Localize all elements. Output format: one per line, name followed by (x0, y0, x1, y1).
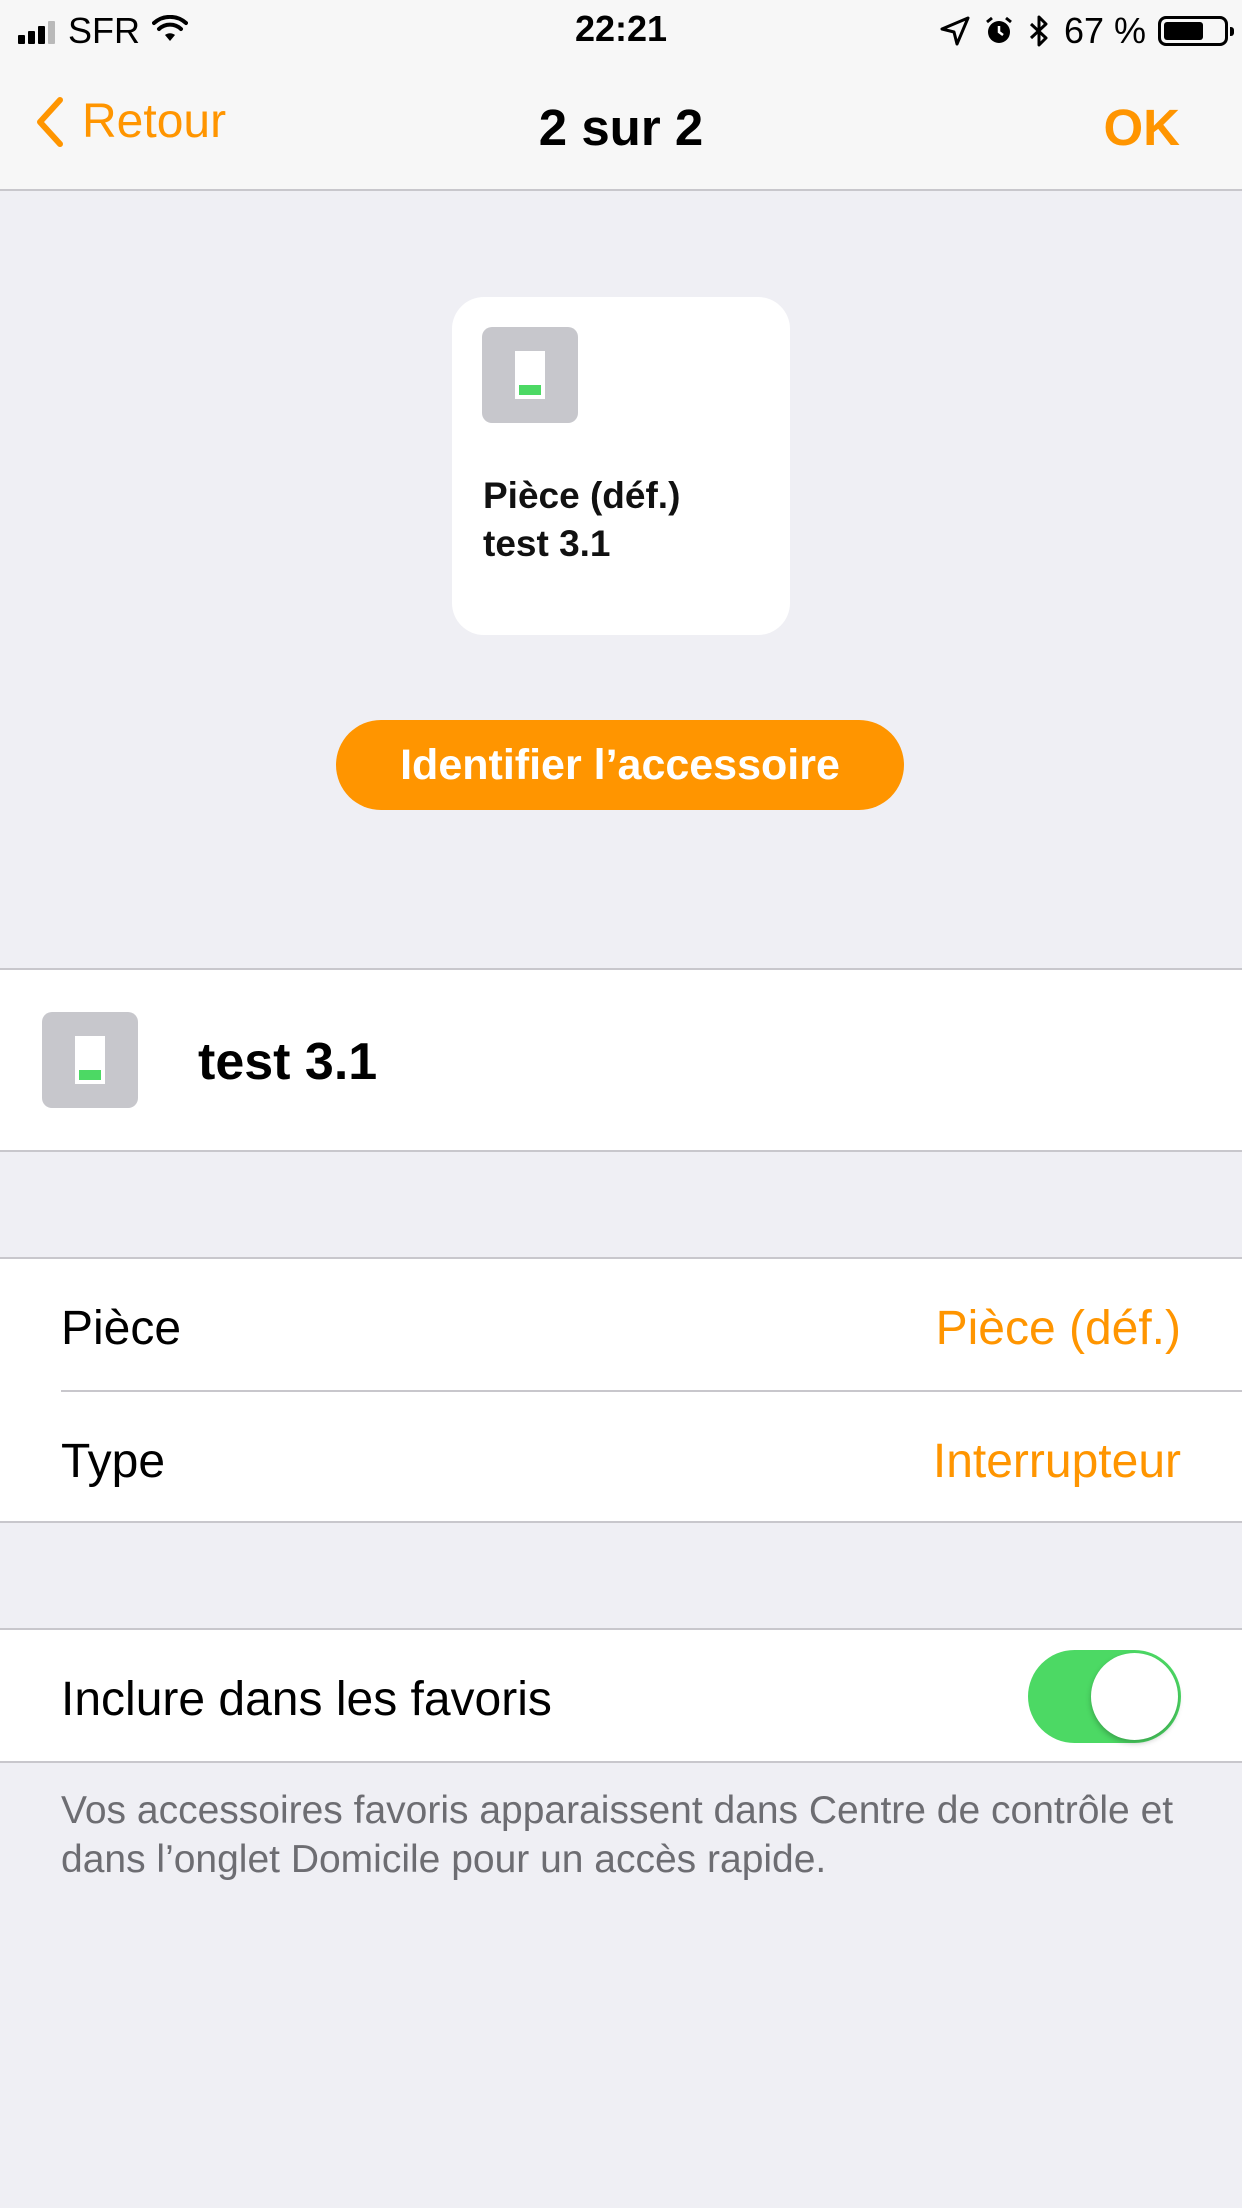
identify-accessory-button[interactable]: Identifier l’accessoire (336, 720, 904, 810)
status-right: 67 % (940, 10, 1234, 52)
favorites-label: Inclure dans les favoris (61, 1673, 552, 1726)
favorites-row: Inclure dans les favoris (0, 1630, 1242, 1762)
switch-icon (482, 327, 578, 423)
navigation-bar: Retour 2 sur 2 OK (0, 60, 1242, 191)
location-icon (940, 16, 970, 46)
toggle-knob (1091, 1653, 1178, 1740)
type-label: Type (61, 1435, 166, 1488)
accessory-name-row[interactable]: test 3.1 (0, 968, 1242, 1152)
room-value: Pièce (déf.) (935, 1302, 1181, 1355)
tile-room-label: Pièce (déf.) (483, 475, 681, 516)
page-title: 2 sur 2 (538, 99, 704, 156)
alarm-icon (984, 16, 1014, 46)
favorites-toggle[interactable] (1028, 1650, 1181, 1743)
battery-percent: 67 % (1063, 10, 1146, 51)
accessory-name[interactable]: test 3.1 (198, 1032, 377, 1092)
bluetooth-icon (1028, 15, 1050, 47)
accessory-tile[interactable]: Pièce (déf.) test 3.1 (452, 297, 790, 635)
room-label: Pièce (61, 1302, 182, 1355)
favorites-group: Inclure dans les favoris (0, 1628, 1242, 1763)
favorites-footnote: Vos accessoires favoris apparaissent dan… (61, 1789, 1174, 1881)
room-row[interactable]: Pièce Pièce (déf.) (0, 1259, 1242, 1392)
status-bar: SFR 22:21 67 % (0, 0, 1242, 60)
settings-group: Pièce Pièce (déf.) Type Interrupteur (0, 1257, 1242, 1523)
done-button[interactable]: OK (1104, 98, 1181, 157)
type-row[interactable]: Type Interrupteur (0, 1392, 1242, 1524)
battery-icon (1158, 16, 1234, 46)
switch-icon (42, 1012, 138, 1108)
type-value: Interrupteur (932, 1435, 1181, 1488)
tile-accessory-name: test 3.1 (483, 523, 611, 564)
